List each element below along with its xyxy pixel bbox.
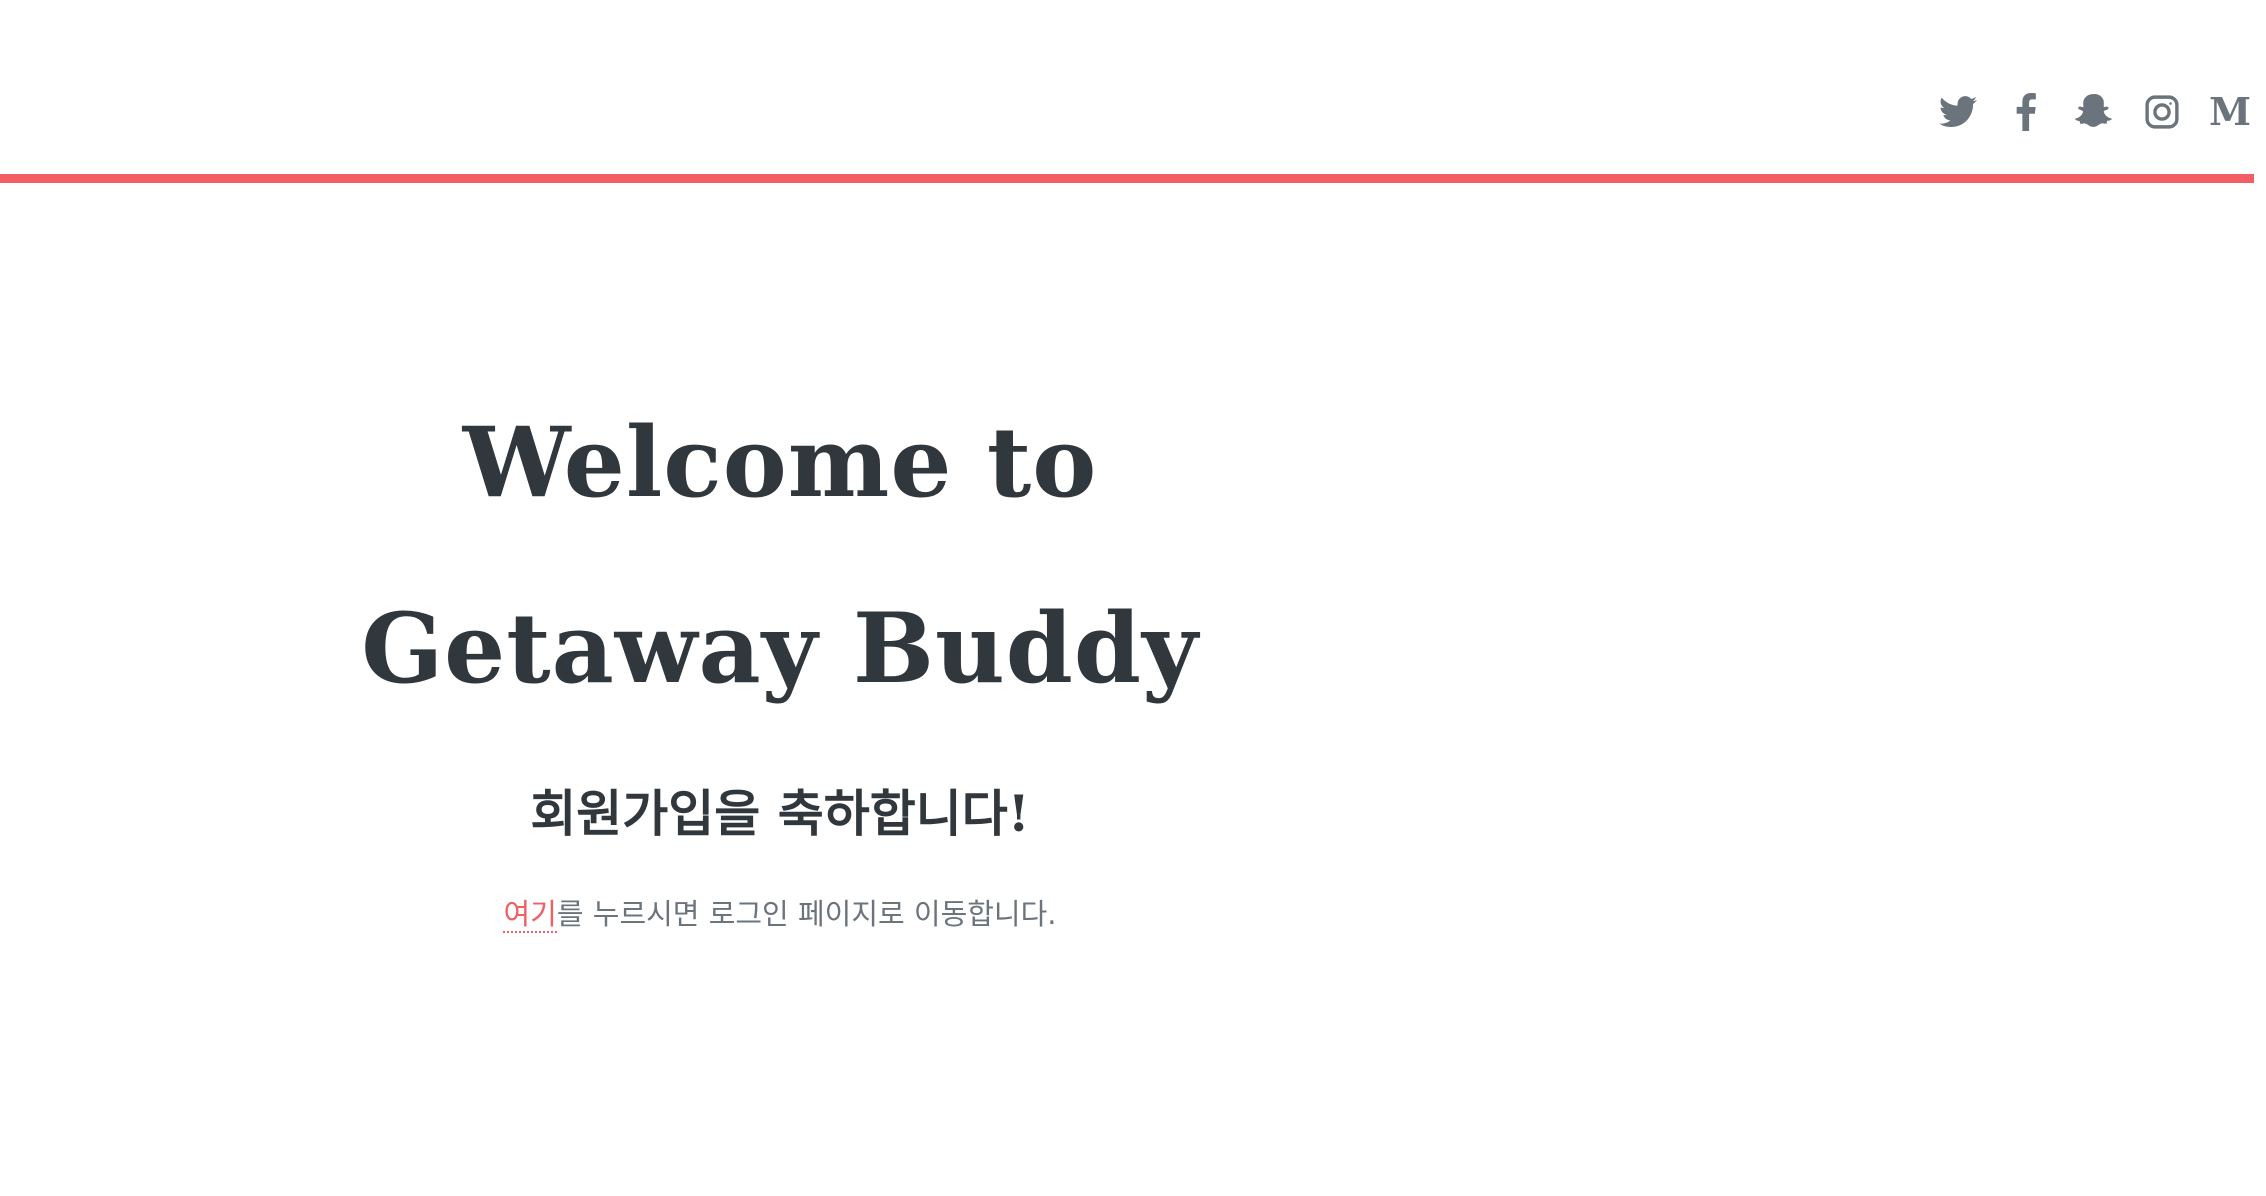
facebook-icon: [2015, 93, 2037, 131]
instagram-link[interactable]: [2138, 88, 2186, 136]
signup-congrats-message: 회원가입을 축하합니다!: [530, 784, 1030, 843]
medium-icon: M: [2208, 89, 2252, 134]
login-redirect-text: 를 누르시면 로그인 페이지로 이동합니다.: [556, 897, 1057, 931]
snapchat-icon: [2075, 94, 2113, 130]
facebook-link[interactable]: [2002, 88, 2050, 136]
medium-link[interactable]: M: [2206, 88, 2254, 136]
instagram-icon: [2145, 95, 2179, 129]
login-link[interactable]: 여기: [503, 897, 557, 933]
twitter-icon: [1939, 96, 1977, 128]
site-header: M: [0, 0, 2254, 183]
login-redirect-hint: 여기를 누르시면 로그인 페이지로 이동합니다.: [300, 894, 1260, 934]
twitter-link[interactable]: [1934, 88, 1982, 136]
title-line-1: Welcome to: [462, 406, 1098, 519]
snapchat-link[interactable]: [2070, 88, 2118, 136]
page: M Welcome to Getaway Buddy 회원가입을 축하합니다! …: [0, 0, 2266, 1196]
main-content: Welcome to Getaway Buddy 회원가입을 축하합니다! 여기…: [300, 370, 1260, 934]
social-links: M: [1914, 88, 2254, 136]
title-line-2: Getaway Buddy: [361, 592, 1199, 705]
page-title: Welcome to Getaway Buddy: [300, 370, 1260, 742]
